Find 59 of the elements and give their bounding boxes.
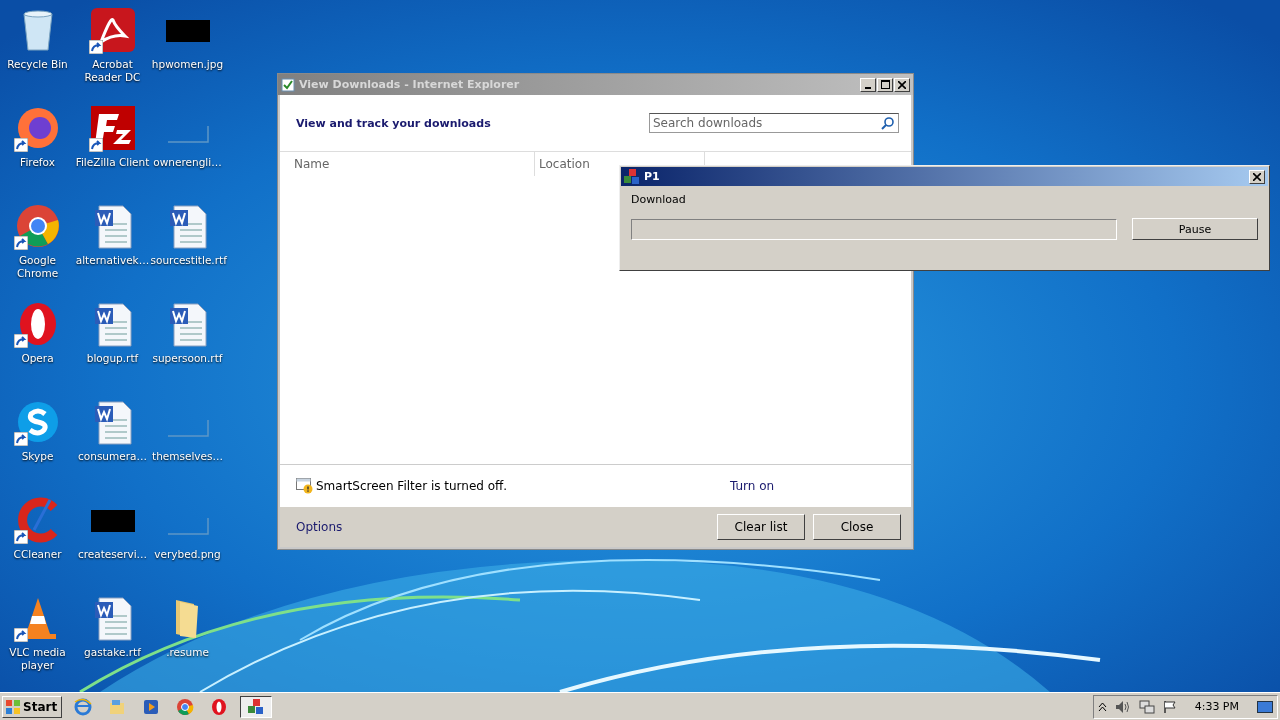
- window-title: View Downloads - Internet Explorer: [299, 78, 521, 91]
- download-icon: [281, 77, 295, 92]
- icon-label: alternativek…: [75, 254, 150, 267]
- icon-label: Firefox: [20, 156, 55, 169]
- show-desktop-icon[interactable]: [1257, 699, 1273, 714]
- icon-label: supersoon.rtf: [152, 352, 223, 365]
- icon-label: gastake.rtf: [84, 646, 141, 659]
- shield-warning-icon: [296, 478, 314, 494]
- dialog-button[interactable]: Close: [813, 514, 901, 540]
- icon-label: FileZilla Client: [75, 156, 150, 169]
- icon-label: Recycle Bin: [7, 58, 68, 71]
- chrome-icon: [176, 697, 195, 716]
- search-icon: [881, 117, 894, 130]
- icon-label: themselves…: [152, 450, 223, 463]
- speaker-icon[interactable]: [1114, 699, 1131, 714]
- chevron-up-icon[interactable]: [1097, 701, 1107, 712]
- icon-label: .resume: [166, 646, 209, 659]
- icon-label: VLC media player: [8, 646, 67, 672]
- icon-label: CCleaner: [13, 548, 62, 561]
- four-squares-icon: [5, 698, 21, 715]
- turn-on-link[interactable]: Turn on: [730, 479, 775, 493]
- dialog-button[interactable]: Clear list: [717, 514, 805, 540]
- pause-button[interactable]: Pause: [1132, 218, 1258, 240]
- status-message: SmartScreen Filter is turned off.: [316, 479, 509, 493]
- icon-label: verybed.png: [154, 548, 221, 561]
- icon-label: Acrobat Reader DC: [83, 58, 142, 84]
- taskbar-button[interactable]: [240, 695, 273, 718]
- maximize-icon: [880, 80, 890, 89]
- start-button[interactable]: Start: [2, 695, 63, 718]
- close-button[interactable]: [1249, 169, 1265, 184]
- icon-label: consumera…: [78, 450, 147, 463]
- page-heading: View and track your downloads: [296, 116, 491, 130]
- minimize-icon: [865, 86, 871, 89]
- icon-label: blogup.rtf: [86, 352, 139, 365]
- search-field[interactable]: Search downloads: [649, 113, 899, 133]
- options-link[interactable]: Options: [296, 520, 343, 534]
- media-player-icon: [142, 697, 161, 716]
- icon-label: ownerengli…: [153, 156, 222, 169]
- minimize-button[interactable]: [860, 77, 876, 92]
- ie-icon: [74, 697, 93, 716]
- icon-label: Skype: [21, 450, 54, 463]
- icon-label: hpwomen.jpg: [151, 58, 224, 71]
- flag-icon[interactable]: [1162, 699, 1177, 714]
- download-label: Download: [631, 193, 687, 206]
- opera-icon: [210, 697, 229, 716]
- network-icon[interactable]: [1138, 699, 1155, 714]
- icon-label: createservi…: [77, 548, 148, 561]
- folder-icon: [108, 697, 127, 716]
- maximize-button[interactable]: [877, 77, 893, 92]
- icon-label: Opera: [21, 352, 54, 365]
- column-header[interactable]: Name: [280, 152, 534, 176]
- close-icon: [1253, 172, 1261, 181]
- icon-label: Google Chrome: [15, 254, 60, 280]
- cubes-icon: [624, 168, 640, 185]
- icon-label: sourcestitle.rtf: [150, 254, 225, 267]
- close-icon: [898, 80, 906, 89]
- close-button[interactable]: [894, 77, 910, 92]
- cubes-icon: [247, 697, 266, 716]
- clock[interactable]: 4:33 PM: [1194, 700, 1239, 713]
